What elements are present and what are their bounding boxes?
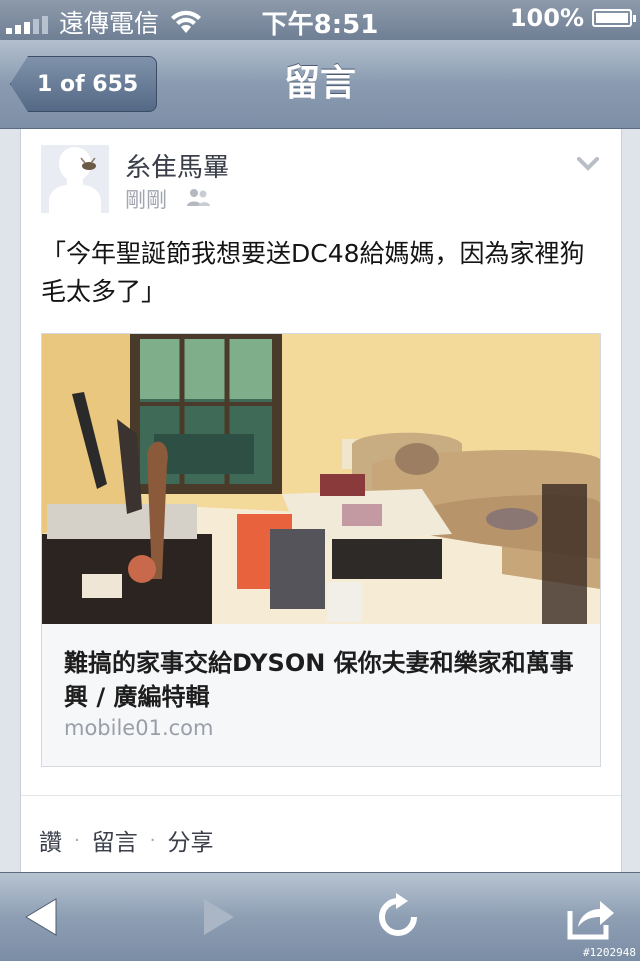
link-domain: mobile01.com [64,716,214,740]
share-button[interactable]: 分享 [167,823,213,857]
link-preview-card[interactable]: 難搞的家事交給DYSON 保你夫妻和樂家和萬事興 / 廣編特輯 mobile01… [41,333,601,767]
page-title: 留言 [283,63,356,104]
chevron-down-icon[interactable] [577,157,599,171]
divider [21,795,621,796]
avatar[interactable] [41,145,109,213]
battery-percent: 100% [509,4,584,32]
link-title[interactable]: 難搞的家事交給DYSON 保你夫妻和樂家和萬事興 / 廣編特輯 [64,646,574,714]
friends-audience-icon [187,189,210,206]
like-button[interactable]: 讚 [39,823,62,857]
reload-icon[interactable] [372,891,424,943]
post-time: 剛剛 [125,188,167,212]
navigation-bar: 1 of 655 留言 [0,40,640,129]
author-name[interactable]: 糸隹馬罼 [125,147,229,184]
watermark-id: #1202948 [583,946,636,959]
back-arrow-icon[interactable] [20,891,72,943]
profile-picture [41,145,109,213]
action-separator: · [149,829,156,851]
post-card: 糸隹馬罼 剛剛 「今年聖誕節我想要送DC48給媽媽，因為家裡狗毛太多了」 難搞的… [20,129,622,872]
status-right: 100% [509,4,636,32]
action-separator: · [74,829,80,851]
post-text: 「今年聖誕節我想要送DC48給媽媽，因為家裡狗毛太多了」 [41,239,585,306]
post-actions: 讚 · 留言 · 分享 [39,823,213,857]
link-preview-image [42,334,600,624]
share-icon[interactable] [566,891,618,943]
comments-content[interactable]: 糸隹馬罼 剛剛 「今年聖誕節我想要送DC48給媽媽，因為家裡狗毛太多了」 難搞的… [0,129,640,872]
forward-arrow-icon[interactable] [192,891,244,943]
status-bar: 遠傳電信 下午8:51 100% [0,0,640,40]
battery-icon [592,9,636,27]
bottom-toolbar: #1202948 [0,872,640,961]
comment-button[interactable]: 留言 [92,823,138,857]
